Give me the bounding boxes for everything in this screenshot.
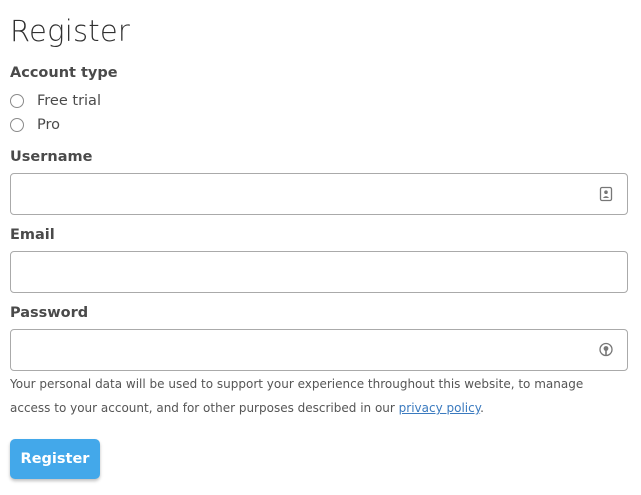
password-field[interactable] <box>10 329 628 371</box>
username-label: Username <box>10 149 93 165</box>
email-label: Email <box>10 227 55 243</box>
pro-label: Pro <box>37 117 61 133</box>
privacy-policy-link[interactable]: privacy policy <box>399 401 480 415</box>
email-field[interactable] <box>10 251 628 293</box>
radio-option-free-trial[interactable]: Free trial <box>10 91 101 111</box>
email-input[interactable] <box>21 253 585 293</box>
privacy-notice: Your personal data will be used to suppo… <box>10 372 620 420</box>
privacy-text-end: . <box>480 401 484 415</box>
password-manager-icon[interactable] <box>599 342 613 358</box>
free-trial-radio[interactable] <box>10 94 24 108</box>
privacy-text: Your personal data will be used to suppo… <box>10 377 584 415</box>
password-label: Password <box>10 305 89 321</box>
password-input[interactable] <box>21 331 585 371</box>
contact-card-icon[interactable] <box>599 186 613 202</box>
free-trial-label: Free trial <box>37 93 101 109</box>
pro-radio[interactable] <box>10 118 24 132</box>
account-type-label: Account type <box>10 65 118 81</box>
radio-option-pro[interactable]: Pro <box>10 115 60 135</box>
page-title: Register <box>10 14 130 48</box>
username-field[interactable] <box>10 173 628 215</box>
register-button[interactable]: Register <box>10 439 100 479</box>
username-input[interactable] <box>21 175 585 215</box>
